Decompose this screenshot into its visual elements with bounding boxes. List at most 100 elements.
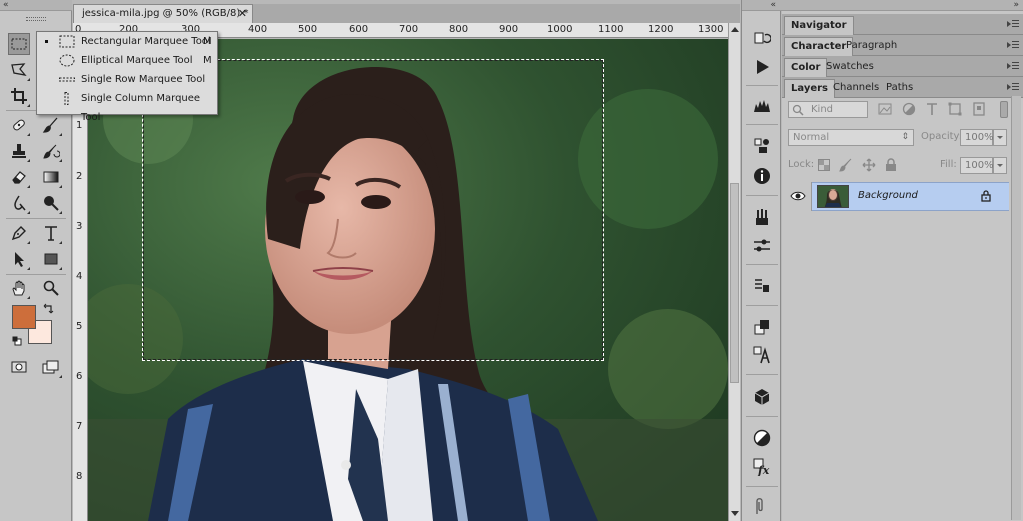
history-brush-tool[interactable] bbox=[40, 140, 62, 162]
scroll-up-icon[interactable] bbox=[731, 27, 739, 32]
fill-input[interactable]: 100% bbox=[960, 157, 994, 174]
filter-type-icon[interactable] bbox=[925, 102, 939, 116]
marquee-tool-flyout: Rectangular Marquee Tool M Elliptical Ma… bbox=[36, 31, 218, 123]
ruler-label: 1300 bbox=[698, 24, 724, 35]
screen-mode-icon[interactable] bbox=[40, 356, 62, 378]
character-panel-header: Character Paragraph bbox=[782, 35, 1023, 56]
close-icon[interactable]: ✕ bbox=[238, 5, 247, 23]
ruler-label: 5 bbox=[76, 321, 83, 332]
scroll-thumb[interactable] bbox=[730, 183, 739, 383]
notes-panel-icon[interactable] bbox=[753, 497, 771, 515]
ruler-label: 800 bbox=[449, 24, 469, 35]
filter-shape-icon[interactable] bbox=[948, 102, 962, 116]
histogram-panel-icon[interactable] bbox=[753, 96, 771, 114]
tab-swatches[interactable]: Swatches bbox=[820, 58, 880, 77]
tab-paragraph[interactable]: Paragraph bbox=[840, 37, 903, 56]
clone-source-icon[interactable] bbox=[753, 276, 771, 294]
crop-tool[interactable] bbox=[8, 85, 30, 107]
default-colors-icon[interactable] bbox=[12, 336, 22, 346]
panel-menu-icon[interactable] bbox=[1007, 40, 1019, 50]
ruler-label: 1200 bbox=[648, 24, 674, 35]
lasso-tool[interactable] bbox=[8, 59, 30, 81]
filter-smart-object-icon[interactable] bbox=[972, 102, 986, 116]
document-tab[interactable]: jessica-mila.jpg @ 50% (RGB/8) * ✕ bbox=[73, 4, 253, 23]
single-row-marquee-icon bbox=[59, 77, 75, 82]
lock-transparent-pixels-icon[interactable] bbox=[818, 159, 830, 171]
layers-scrollbar[interactable] bbox=[1011, 96, 1021, 520]
ruler-label: 2 bbox=[76, 171, 83, 182]
healing-brush-tool[interactable] bbox=[8, 114, 30, 136]
menu-item-shortcut: M bbox=[203, 36, 212, 47]
single-row-marquee-menu-item[interactable]: Single Row Marquee Tool bbox=[37, 70, 217, 89]
tab-navigator[interactable]: Navigator bbox=[784, 16, 854, 35]
rectangular-marquee-tool[interactable] bbox=[8, 33, 30, 55]
tools-panel-header[interactable]: « bbox=[0, 0, 72, 11]
fill-label: Fill: bbox=[940, 159, 957, 170]
history-panel-icon[interactable] bbox=[753, 30, 772, 48]
quick-mask-icon[interactable] bbox=[8, 356, 30, 378]
svg-text:fx: fx bbox=[757, 464, 770, 476]
lock-position-icon[interactable] bbox=[862, 158, 876, 172]
canvas-vertical-scrollbar[interactable] bbox=[728, 23, 740, 521]
character-styles-icon[interactable] bbox=[753, 346, 771, 364]
brush-tool[interactable] bbox=[40, 114, 62, 136]
filter-pixel-icon[interactable] bbox=[878, 102, 892, 116]
ruler-label: 400 bbox=[248, 24, 268, 35]
path-selection-tool[interactable] bbox=[8, 248, 30, 270]
rectangular-marquee-menu-item[interactable]: Rectangular Marquee Tool M bbox=[37, 32, 217, 51]
adjustment-layer-icon[interactable] bbox=[753, 429, 771, 447]
3d-panel-icon[interactable] bbox=[753, 388, 771, 406]
hand-tool[interactable] bbox=[8, 277, 30, 299]
actions-panel-icon[interactable] bbox=[753, 58, 771, 76]
scroll-down-icon[interactable] bbox=[731, 511, 739, 516]
tool-presets-icon[interactable] bbox=[753, 318, 771, 336]
layer-visibility-toggle[interactable] bbox=[784, 182, 812, 211]
foreground-color-swatch[interactable] bbox=[12, 305, 36, 329]
eraser-tool[interactable] bbox=[8, 166, 30, 188]
tab-paths[interactable]: Paths bbox=[880, 79, 919, 98]
lock-label: Lock: bbox=[788, 159, 815, 170]
type-tool[interactable] bbox=[40, 222, 62, 244]
layer-name[interactable]: Background bbox=[858, 190, 918, 201]
gradient-tool[interactable] bbox=[40, 166, 62, 188]
zoom-tool[interactable] bbox=[40, 277, 62, 299]
panel-menu-icon[interactable] bbox=[1007, 82, 1019, 92]
panel-menu-icon[interactable] bbox=[1007, 19, 1019, 29]
adjustments-panel-icon[interactable] bbox=[753, 137, 771, 155]
info-panel-icon[interactable] bbox=[753, 167, 771, 185]
single-column-marquee-menu-item[interactable]: Single Column Marquee Tool bbox=[37, 89, 217, 123]
fill-dropdown[interactable] bbox=[993, 157, 1007, 174]
brush-panel-icon[interactable] bbox=[753, 236, 771, 254]
single-column-marquee-icon bbox=[64, 92, 69, 105]
lock-image-pixels-icon[interactable] bbox=[839, 158, 853, 172]
filter-toggle[interactable] bbox=[1000, 101, 1008, 118]
search-icon bbox=[792, 104, 804, 116]
ruler-label: 8 bbox=[76, 471, 83, 482]
elliptical-marquee-menu-item[interactable]: Elliptical Marquee Tool M bbox=[37, 51, 217, 70]
fill-value: 100% bbox=[965, 160, 994, 171]
lock-all-icon[interactable] bbox=[885, 158, 897, 172]
ruler-label: 7 bbox=[76, 421, 83, 432]
tools-grip[interactable] bbox=[26, 17, 46, 21]
tab-channels[interactable]: Channels bbox=[827, 79, 885, 98]
pen-tool[interactable] bbox=[8, 222, 30, 244]
dock-collapse-button[interactable]: « bbox=[742, 0, 782, 11]
clone-stamp-tool[interactable] bbox=[8, 140, 30, 162]
opacity-input[interactable]: 100% bbox=[960, 129, 994, 146]
rectangle-tool[interactable] bbox=[40, 248, 62, 270]
panels-dock: » Navigator Character Paragraph Color Sw… bbox=[782, 0, 1023, 521]
ruler-label: 900 bbox=[499, 24, 519, 35]
ruler-label: 6 bbox=[76, 371, 83, 382]
opacity-dropdown[interactable] bbox=[993, 129, 1007, 146]
blur-tool[interactable] bbox=[8, 192, 30, 214]
panels-expand-button[interactable]: » bbox=[782, 0, 1023, 11]
ruler-label: 500 bbox=[298, 24, 318, 35]
panel-menu-icon[interactable] bbox=[1007, 61, 1019, 71]
layers-panel-header: Layers Channels Paths bbox=[782, 77, 1023, 98]
filter-adjustment-icon[interactable] bbox=[902, 102, 916, 116]
dodge-tool[interactable] bbox=[40, 192, 62, 214]
brush-presets-icon[interactable] bbox=[753, 208, 771, 226]
swap-colors-icon[interactable] bbox=[43, 302, 55, 314]
blend-mode-select[interactable]: Normal ⇕ bbox=[788, 129, 914, 146]
layer-styles-fx-icon[interactable]: fx bbox=[753, 458, 771, 477]
